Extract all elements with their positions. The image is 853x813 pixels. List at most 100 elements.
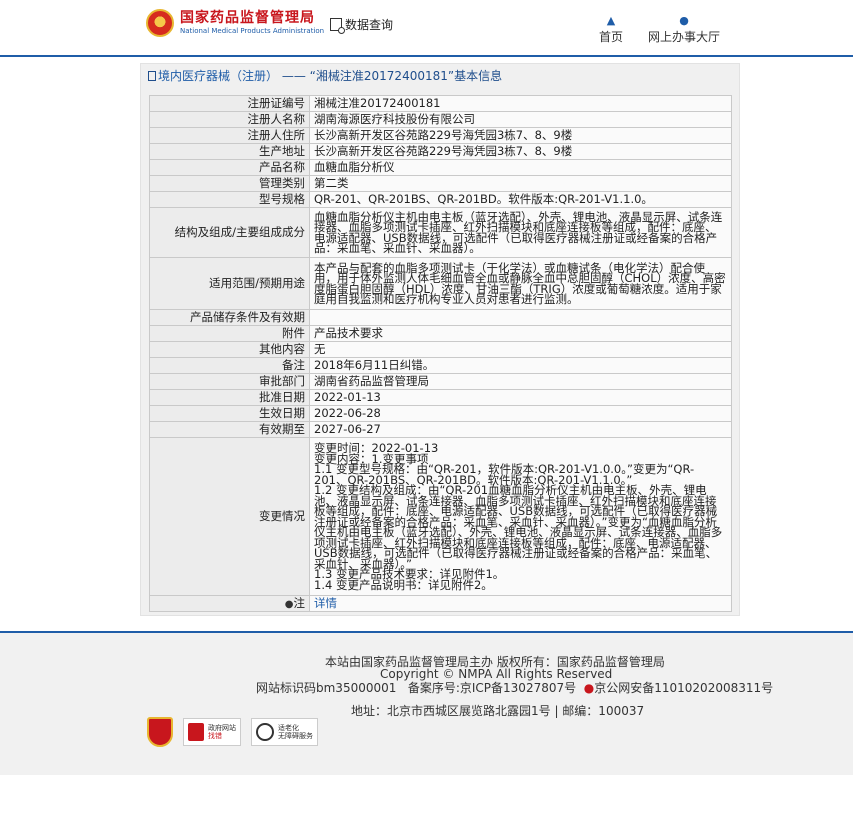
row-label: 批准日期 xyxy=(149,389,310,406)
registrant-value: 湖南海源医疗科技股份有限公司 xyxy=(309,111,732,128)
table-row: 其他内容无 xyxy=(149,341,732,358)
table-row: 生产地址 长沙高新开发区谷苑路229号海凭园3栋7、8、9楼 xyxy=(149,143,732,160)
table-row: 注册人住所 长沙高新开发区谷苑路229号海凭园3栋7、8、9楼 xyxy=(149,127,732,144)
national-emblem-icon xyxy=(146,9,174,37)
structure-value: 血糖血脂分析仪主机由电主板（蓝牙选配）、外壳、锂电池、液晶显示屏、试条连接器、血… xyxy=(309,207,732,258)
row-label: 结构及组成/主要组成成分 xyxy=(149,207,310,258)
row-label: 附件 xyxy=(149,325,310,342)
panel-separator: —— xyxy=(281,69,306,83)
table-row: 批准日期 2022-01-13 xyxy=(149,389,732,406)
badge-gov-label: 政府网站 xyxy=(208,724,236,732)
row-label: 适用范围/预期用途 xyxy=(149,257,310,310)
table-row: 结构及组成/主要组成成分 血糖血脂分析仪主机由电主板（蓝牙选配）、外壳、锂电池、液… xyxy=(149,207,732,258)
table-row: 有效期至 2027-06-27 xyxy=(149,421,732,438)
footer-police[interactable]: 京公网安备11010202008311号 xyxy=(594,681,773,695)
accessibility-badge[interactable]: 适老化 无障碍服务 xyxy=(251,718,318,746)
badge-aging-sub: 无障碍服务 xyxy=(278,732,313,740)
table-row: 生效日期 2022-06-28 xyxy=(149,405,732,422)
nav-online-hall[interactable]: ● 网上办事大厅 xyxy=(648,14,720,45)
change-value: 变更时间：2022-01-13 变更内容：1.变更事项 1.1 变更型号规格：由… xyxy=(309,437,732,596)
row-label: 型号规格 xyxy=(149,191,310,208)
user-icon: ● xyxy=(679,14,689,27)
row-label: 注册证编号 xyxy=(149,95,310,112)
table-row: 注册人名称 湖南海源医疗科技股份有限公司 xyxy=(149,111,732,128)
row-label: 注册人名称 xyxy=(149,111,310,128)
effective-date-value: 2022-06-28 xyxy=(309,405,732,422)
table-row: 注册证编号 湘械注准20172400181 xyxy=(149,95,732,112)
approve-date-value: 2022-01-13 xyxy=(309,389,732,406)
footer-address: 地址：北京市西城区展览路北露园1号 | 邮编：100037 xyxy=(351,704,645,718)
party-government-badge-icon[interactable] xyxy=(147,717,173,747)
home-icon: ▲ xyxy=(606,14,616,27)
product-value: 血糖血脂分析仪 xyxy=(309,159,732,176)
note-label-cell: ●注 xyxy=(149,595,310,612)
site-header: 国家药品监督管理局 National Medical Products Admi… xyxy=(0,0,853,57)
row-label: 产品名称 xyxy=(149,159,310,176)
police-badge-icon: ● xyxy=(583,681,595,695)
nav-home[interactable]: ▲ 首页 xyxy=(599,14,623,45)
table-row: 产品储存条件及有效期 xyxy=(149,309,732,326)
nav-home-label: 首页 xyxy=(599,30,624,44)
table-row: ●注 详情 xyxy=(149,595,732,612)
data-search-link[interactable]: 数据查询 xyxy=(330,16,394,34)
site-footer: 本站由国家药品监督管理局主办 版权所有：国家药品监督管理局 Copyright … xyxy=(0,631,853,775)
panel-title: 境内医疗器械（注册） —— “湘械注准20172400181”基本信息 xyxy=(141,64,739,88)
gov-site-error-badge[interactable]: 政府网站 找错 xyxy=(183,718,241,746)
remark-value: 2018年6月11日纠错。 xyxy=(309,357,732,374)
row-label: 注 xyxy=(293,595,306,610)
table-row: 管理类别 第二类 xyxy=(149,175,732,192)
table-row: 备注 2018年6月11日纠错。 xyxy=(149,357,732,374)
change-line: 1.1 变更型号规格：由“QR-201，软件版本:QR-201-V1.0.0。”… xyxy=(314,462,695,487)
table-row: 审批部门 湖南省药品监督管理局 xyxy=(149,373,732,390)
note-value-cell: 详情 xyxy=(309,595,732,612)
class-value: 第二类 xyxy=(309,175,732,192)
row-label: 备注 xyxy=(149,357,310,374)
table-row: 型号规格 QR-201、QR-201BS、QR-201BD。软件版本:QR-201… xyxy=(149,191,732,208)
row-label: 变更情况 xyxy=(149,437,310,596)
row-label: 有效期至 xyxy=(149,421,310,438)
dept-value: 湖南省药品监督管理局 xyxy=(309,373,732,390)
badge-gov-sub: 找错 xyxy=(208,732,222,740)
detail-panel: 境内医疗器械（注册） —— “湘械注准20172400181”基本信息 注册证编… xyxy=(140,63,740,616)
footer-badges: 政府网站 找错 适老化 无障碍服务 xyxy=(147,717,318,747)
search-document-icon xyxy=(330,18,345,34)
change-line: 1.2 变更结构及组成：由“QR-201血糖血脂分析仪主机由电主板、外壳、锂电池… xyxy=(314,483,723,571)
other-value: 无 xyxy=(309,341,732,358)
site-name-cn: 国家药品监督管理局 xyxy=(180,10,315,26)
site-logo[interactable]: 国家药品监督管理局 National Medical Products Admi… xyxy=(146,9,324,37)
data-search-label: 数据查询 xyxy=(345,18,394,32)
model-value: QR-201、QR-201BS、QR-201BD。软件版本:QR-201-V1.… xyxy=(309,191,732,208)
site-name-en: National Medical Products Administration xyxy=(180,27,325,35)
panel-category[interactable]: 境内医疗器械（注册） xyxy=(158,69,278,83)
row-label: 生产地址 xyxy=(149,143,310,160)
footer-icp[interactable]: 备案序号:京ICP备13027807号 xyxy=(408,681,576,695)
table-row: 产品名称 血糖血脂分析仪 xyxy=(149,159,732,176)
address-value: 长沙高新开发区谷苑路229号海凭园3栋7、8、9楼 xyxy=(309,127,732,144)
footer-ids: 网站标识码bm35000001 备案序号:京ICP备13027807号 ●京公网… xyxy=(256,679,773,696)
row-label: 其他内容 xyxy=(149,341,310,358)
prod-addr-value: 长沙高新开发区谷苑路229号海凭园3栋7、8、9楼 xyxy=(309,143,732,160)
accessibility-icon xyxy=(256,723,274,741)
row-label: 注册人住所 xyxy=(149,127,310,144)
document-icon xyxy=(148,71,156,81)
nav-hall-label: 网上办事大厅 xyxy=(648,30,721,44)
gov-site-icon xyxy=(188,723,204,741)
row-label: 审批部门 xyxy=(149,373,310,390)
change-line: 1.4 变更产品说明书：详见附件2。 xyxy=(314,577,493,592)
attach-value: 产品技术要求 xyxy=(309,325,732,342)
reg-no-value: 湘械注准20172400181 xyxy=(309,95,732,112)
table-row: 适用范围/预期用途 本产品与配套的血脂多项测试卡（干化学法）或血糖试条（电化学法）… xyxy=(149,257,732,310)
storage-value xyxy=(309,309,732,326)
row-label: 生效日期 xyxy=(149,405,310,422)
pin-icon: ● xyxy=(284,598,294,610)
table-row: 变更情况 变更时间：2022-01-13 变更内容：1.变更事项 1.1 变更型… xyxy=(149,437,732,596)
table-row: 附件 产品技术要求 xyxy=(149,325,732,342)
record-table: 注册证编号 湘械注准20172400181 注册人名称 湖南海源医疗科技股份有限公司… xyxy=(149,95,732,612)
badge-aging-label: 适老化 xyxy=(278,724,299,732)
panel-record-title: “湘械注准20172400181”基本信息 xyxy=(309,69,503,83)
details-link[interactable]: 详情 xyxy=(314,596,337,610)
footer-site-id: 网站标识码bm35000001 xyxy=(256,681,397,695)
scope-value: 本产品与配套的血脂多项测试卡（干化学法）或血糖试条（电化学法）配合使用，用于体外… xyxy=(309,257,732,310)
row-label: 产品储存条件及有效期 xyxy=(149,309,310,326)
expire-date-value: 2027-06-27 xyxy=(309,421,732,438)
